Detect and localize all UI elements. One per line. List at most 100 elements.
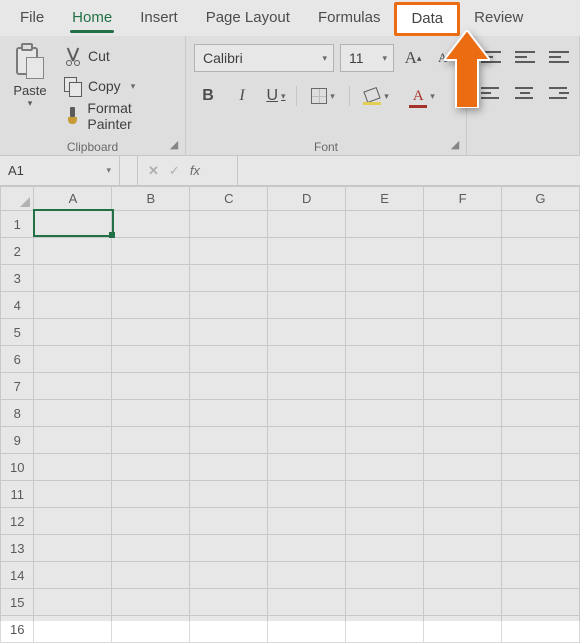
cell[interactable] <box>112 589 190 616</box>
cell[interactable] <box>424 535 502 562</box>
cell[interactable] <box>268 454 346 481</box>
cell[interactable] <box>501 508 579 535</box>
cell[interactable] <box>190 427 268 454</box>
cell[interactable] <box>34 211 112 238</box>
cell[interactable] <box>501 481 579 508</box>
cell[interactable] <box>34 346 112 373</box>
cell[interactable] <box>112 373 190 400</box>
cell[interactable] <box>501 616 579 643</box>
cell[interactable] <box>501 238 579 265</box>
cell[interactable] <box>112 616 190 643</box>
cell[interactable] <box>112 265 190 292</box>
cell[interactable] <box>34 562 112 589</box>
cell[interactable] <box>190 562 268 589</box>
cell[interactable] <box>268 400 346 427</box>
bold-button[interactable]: B <box>194 82 222 110</box>
cell[interactable] <box>112 508 190 535</box>
cell[interactable] <box>190 211 268 238</box>
cell[interactable] <box>268 346 346 373</box>
row-header[interactable]: 5 <box>1 319 34 346</box>
cell[interactable] <box>501 454 579 481</box>
cell[interactable] <box>501 535 579 562</box>
cell[interactable] <box>190 400 268 427</box>
cell[interactable] <box>346 265 424 292</box>
cell[interactable] <box>190 454 268 481</box>
font-color-button[interactable]: A ▾ <box>402 82 442 110</box>
cell[interactable] <box>424 373 502 400</box>
row-header[interactable]: 4 <box>1 292 34 319</box>
row-header[interactable]: 2 <box>1 238 34 265</box>
row-header[interactable]: 9 <box>1 427 34 454</box>
cell[interactable] <box>268 562 346 589</box>
cell[interactable] <box>112 319 190 346</box>
cell[interactable] <box>346 562 424 589</box>
column-header[interactable]: E <box>346 187 424 211</box>
cell[interactable] <box>346 454 424 481</box>
italic-button[interactable]: I <box>228 82 256 110</box>
cell[interactable] <box>190 346 268 373</box>
cell[interactable] <box>346 535 424 562</box>
cell[interactable] <box>112 292 190 319</box>
dialog-launcher-icon[interactable]: ◢ <box>167 138 181 152</box>
cell[interactable] <box>268 265 346 292</box>
tab-file[interactable]: File <box>6 0 58 36</box>
row-header[interactable]: 6 <box>1 346 34 373</box>
cell[interactable] <box>346 346 424 373</box>
cell[interactable] <box>112 427 190 454</box>
cell[interactable] <box>34 616 112 643</box>
cell[interactable] <box>34 427 112 454</box>
cell[interactable] <box>112 454 190 481</box>
column-header[interactable]: B <box>112 187 190 211</box>
cell[interactable] <box>501 319 579 346</box>
copy-button[interactable]: Copy ▾ <box>60 73 181 99</box>
cell[interactable] <box>34 319 112 346</box>
cell[interactable] <box>424 481 502 508</box>
increase-font-size-button[interactable]: A▴ <box>400 44 426 72</box>
cell[interactable] <box>346 400 424 427</box>
cell[interactable] <box>268 319 346 346</box>
cell[interactable] <box>424 616 502 643</box>
cell[interactable] <box>346 616 424 643</box>
tab-home[interactable]: Home <box>58 0 126 36</box>
cell[interactable] <box>112 400 190 427</box>
cell[interactable] <box>34 589 112 616</box>
cell[interactable] <box>424 211 502 238</box>
cell[interactable] <box>424 319 502 346</box>
cell[interactable] <box>34 292 112 319</box>
cell[interactable] <box>112 535 190 562</box>
cell[interactable] <box>424 454 502 481</box>
cell[interactable] <box>424 292 502 319</box>
row-header[interactable]: 11 <box>1 481 34 508</box>
cell[interactable] <box>112 562 190 589</box>
align-bottom-button[interactable] <box>545 44 573 70</box>
cell[interactable] <box>112 481 190 508</box>
cell[interactable] <box>34 238 112 265</box>
cell[interactable] <box>501 589 579 616</box>
column-header[interactable]: C <box>190 187 268 211</box>
row-header[interactable]: 14 <box>1 562 34 589</box>
cell[interactable] <box>268 481 346 508</box>
cell[interactable] <box>501 562 579 589</box>
fill-color-button[interactable]: ▾ <box>356 82 396 110</box>
cell[interactable] <box>424 265 502 292</box>
row-header[interactable]: 15 <box>1 589 34 616</box>
row-header[interactable]: 3 <box>1 265 34 292</box>
cell[interactable] <box>346 427 424 454</box>
tab-page-layout[interactable]: Page Layout <box>192 0 304 36</box>
cell[interactable] <box>424 562 502 589</box>
cell[interactable] <box>268 508 346 535</box>
formula-input[interactable] <box>238 156 580 185</box>
cell[interactable] <box>190 319 268 346</box>
cell[interactable] <box>346 373 424 400</box>
align-middle-button[interactable] <box>511 44 539 70</box>
cell[interactable] <box>34 481 112 508</box>
cell[interactable] <box>346 319 424 346</box>
cell[interactable] <box>112 211 190 238</box>
cell[interactable] <box>268 211 346 238</box>
cell[interactable] <box>501 265 579 292</box>
cell[interactable] <box>501 211 579 238</box>
cell[interactable] <box>268 238 346 265</box>
borders-button[interactable]: ▾ <box>303 82 343 110</box>
dialog-launcher-icon[interactable]: ◢ <box>448 138 462 152</box>
cell[interactable] <box>34 508 112 535</box>
